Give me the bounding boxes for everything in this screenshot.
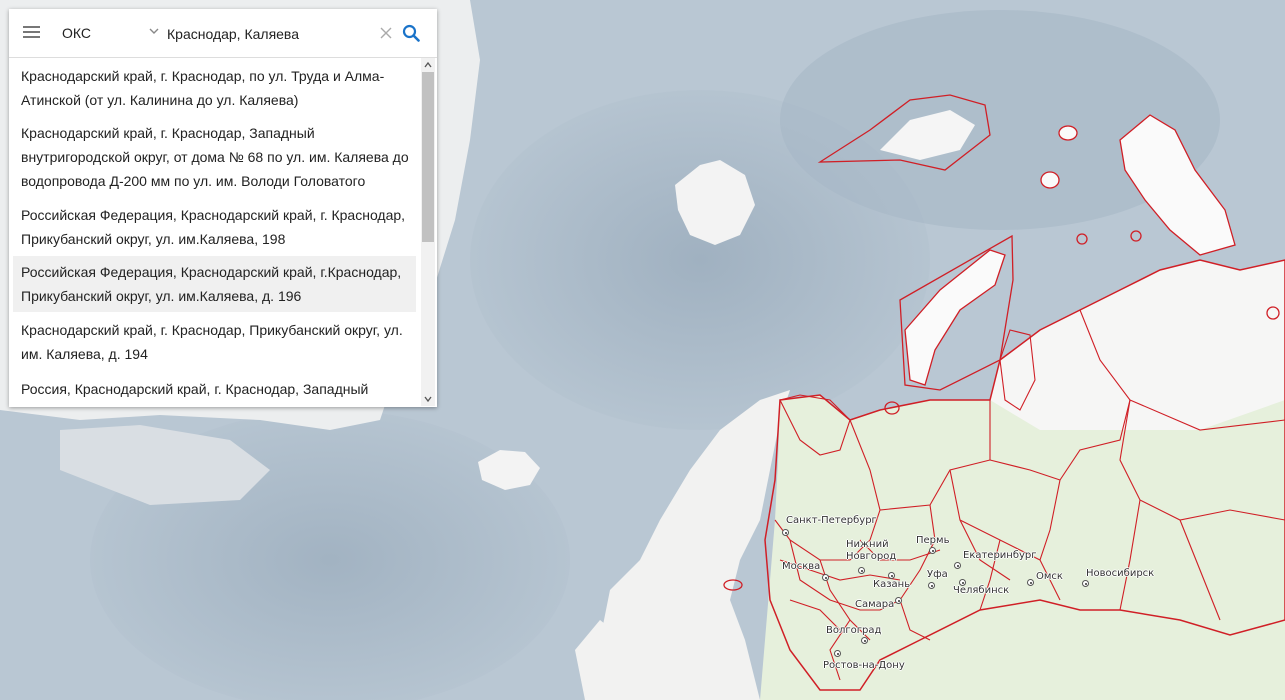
search-results-list: Краснодарский край, г. Краснодар, по ул.… xyxy=(13,59,418,405)
city-dot-icon xyxy=(858,567,865,574)
search-input[interactable] xyxy=(167,22,377,46)
city-label: Омск xyxy=(1036,571,1063,582)
city-label: Уфа xyxy=(927,569,948,580)
city-label: Нижний Новгород xyxy=(846,539,897,562)
chevron-down-icon xyxy=(149,28,159,34)
city-label: Санкт-Петербург xyxy=(786,515,877,526)
search-icon[interactable] xyxy=(402,24,420,42)
city-dot-icon xyxy=(782,529,789,536)
city-dot-icon xyxy=(834,650,841,657)
hamburger-icon[interactable] xyxy=(23,25,41,39)
object-type-select[interactable]: ОКС xyxy=(62,23,160,45)
results-scrollbar[interactable] xyxy=(421,58,435,406)
search-result-item[interactable]: Краснодарский край, г. Краснодар, Западн… xyxy=(13,121,416,193)
city-dot-icon xyxy=(822,574,829,581)
search-result-item[interactable]: Российская Федерация, Краснодарский край… xyxy=(13,203,416,251)
city-label: Казань xyxy=(873,579,911,590)
scroll-up-icon[interactable] xyxy=(421,58,435,72)
city-dot-icon xyxy=(888,572,895,579)
city-label: Новосибирск xyxy=(1086,568,1155,579)
city-label: Челябинск xyxy=(953,585,1010,596)
close-icon[interactable] xyxy=(379,26,393,40)
search-panel: ОКС Краснодарский край, г. Краснодар, по… xyxy=(9,9,437,407)
city-dot-icon xyxy=(929,547,936,554)
city-dot-icon xyxy=(895,597,902,604)
search-result-item[interactable]: Россия, Краснодарский край, г. Краснодар… xyxy=(13,377,416,401)
city-label: Ростов-на-Дону xyxy=(823,660,905,671)
city-dot-icon xyxy=(861,637,868,644)
search-result-item[interactable]: Краснодарский край, г. Краснодар, Прикуб… xyxy=(13,318,416,366)
scrollbar-thumb[interactable] xyxy=(422,72,434,242)
city-dot-icon xyxy=(954,562,961,569)
search-result-item[interactable]: Краснодарский край, г. Краснодар, по ул.… xyxy=(13,64,416,112)
search-result-item-highlighted[interactable]: Российская Федерация, Краснодарский край… xyxy=(13,256,416,312)
city-label: Самара xyxy=(855,599,895,610)
city-label: Пермь xyxy=(916,535,950,546)
scroll-down-icon[interactable] xyxy=(421,392,435,406)
city-label: Москва xyxy=(782,561,821,572)
city-dot-icon xyxy=(1082,580,1089,587)
city-label: Екатеринбург xyxy=(963,550,1037,561)
city-dot-icon xyxy=(1027,579,1034,586)
city-label: Волгоград xyxy=(826,625,882,636)
search-bar: ОКС xyxy=(9,9,437,58)
object-type-label: ОКС xyxy=(62,25,91,41)
city-dot-icon xyxy=(928,582,935,589)
